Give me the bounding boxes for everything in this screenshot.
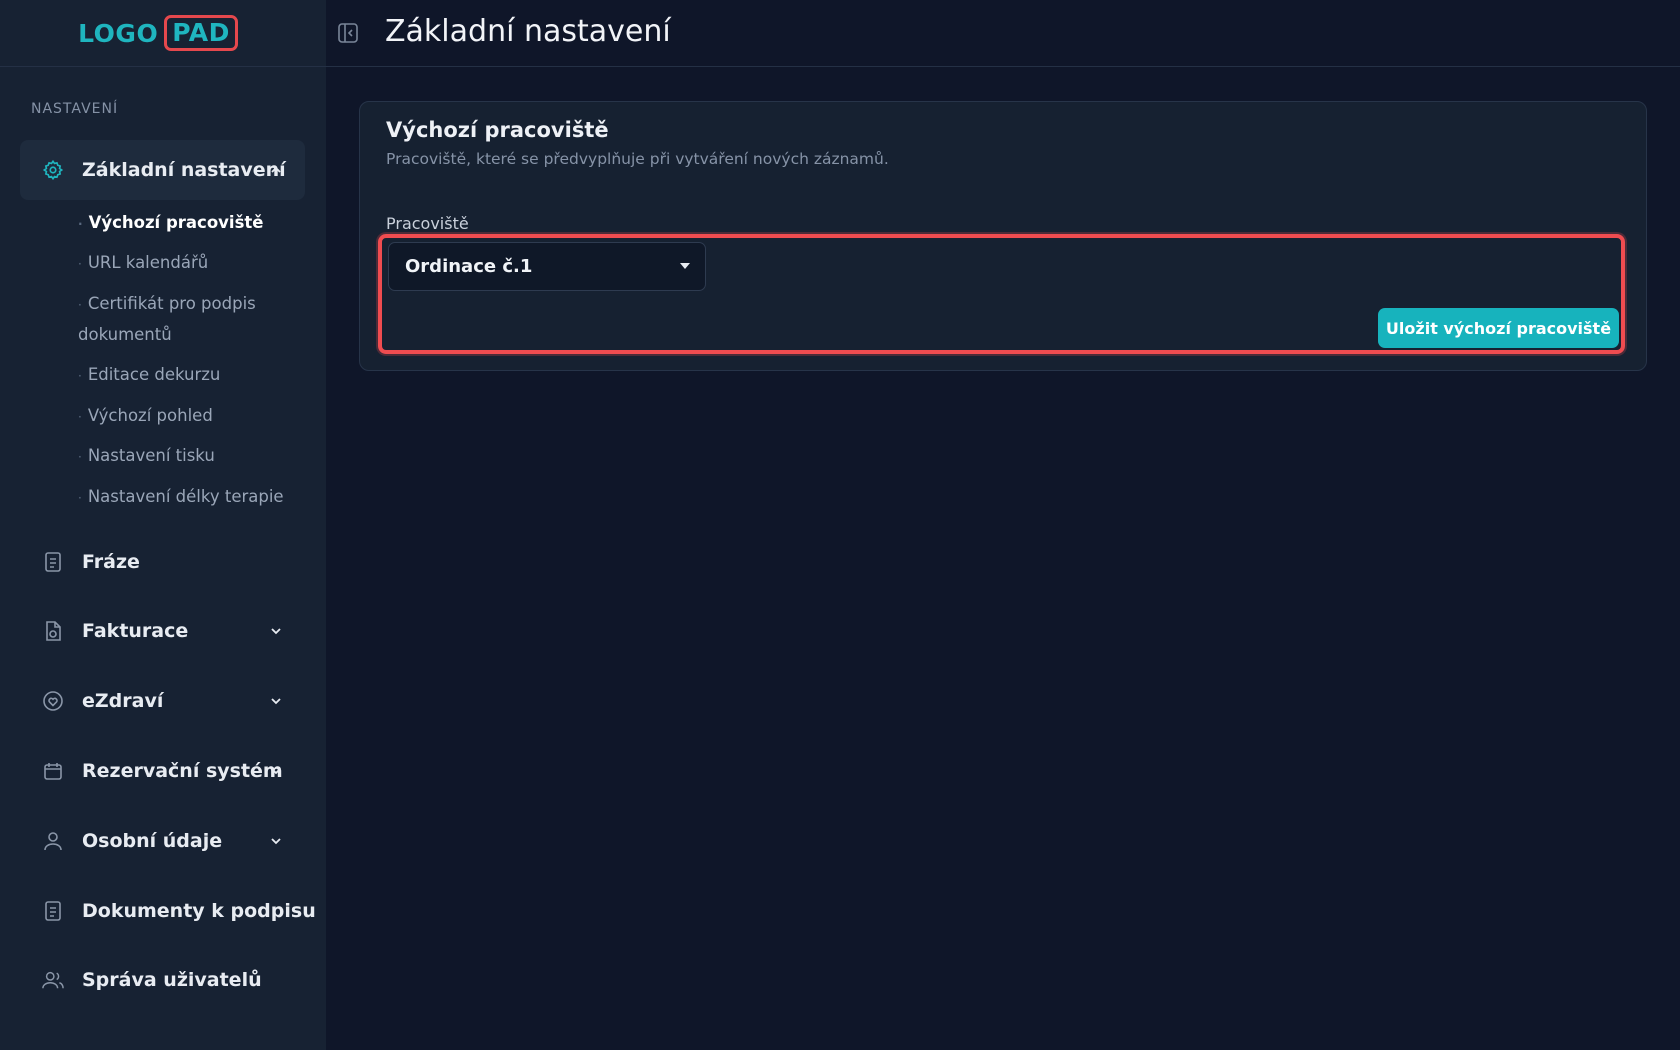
submenu-item-default-view[interactable]: · Výchozí pohled bbox=[78, 401, 313, 432]
sidebar-item-phrases[interactable]: Fráze bbox=[20, 537, 305, 587]
sidebar: LOGO PAD NASTAVENÍ Základní nastavení · V… bbox=[0, 0, 326, 1050]
submenu-item-print-settings[interactable]: · Nastavení tisku bbox=[78, 441, 313, 472]
calendar-icon bbox=[42, 760, 64, 782]
submenu-item-default-workplace[interactable]: · Výchozí pracoviště bbox=[78, 208, 313, 239]
sidebar-item-label: Osobní údaje bbox=[82, 830, 223, 852]
sidebar-item-ezdravi[interactable]: eZdraví bbox=[20, 676, 305, 726]
card-subtitle: Pracoviště, které se předvyplňuje při vy… bbox=[386, 150, 889, 168]
sidebar-item-label: Fráze bbox=[82, 551, 140, 573]
logo-area: LOGO PAD bbox=[0, 0, 326, 67]
chevron-down-icon bbox=[269, 764, 283, 778]
submenu-item-label: Editace dekurzu bbox=[87, 365, 221, 384]
logo-text-part1: LOGO bbox=[78, 18, 159, 48]
workplace-select[interactable]: Ordinace č.1 bbox=[388, 242, 706, 291]
workplace-field-label: Pracoviště bbox=[386, 214, 469, 233]
sidebar-item-label: eZdraví bbox=[82, 690, 164, 712]
submenu-item-therapy-length[interactable]: · Nastavení délky terapie bbox=[78, 482, 313, 513]
user-icon bbox=[42, 830, 64, 852]
chevron-down-icon bbox=[269, 624, 283, 638]
gear-icon bbox=[42, 159, 64, 181]
default-workplace-card: Výchozí pracoviště Pracoviště, které se … bbox=[359, 101, 1647, 371]
submenu-item-certificate[interactable]: · Certifikát pro podpis dokumentů bbox=[78, 289, 313, 350]
page-title: Základní nastavení bbox=[385, 14, 671, 49]
submenu-item-label: Nastavení tisku bbox=[87, 446, 215, 465]
chevron-down-icon bbox=[269, 694, 283, 708]
submenu-item-label: Nastavení délky terapie bbox=[87, 487, 284, 506]
submenu-item-label: Certifikát pro podpis dokumentů bbox=[78, 294, 256, 344]
submenu-item-label: URL kalendářů bbox=[87, 253, 209, 272]
document-icon bbox=[42, 900, 64, 922]
caret-down-icon bbox=[680, 263, 690, 269]
submenu-item-calendar-url[interactable]: · URL kalendářů bbox=[78, 248, 313, 279]
chevron-down-icon bbox=[269, 834, 283, 848]
sidebar-item-invoicing[interactable]: Fakturace bbox=[20, 606, 305, 656]
sidebar-collapse-icon[interactable] bbox=[336, 21, 360, 45]
sidebar-item-label: Fakturace bbox=[82, 620, 189, 642]
top-bar: Základní nastavení bbox=[326, 0, 1680, 67]
sidebar-item-label: Rezervační systém bbox=[82, 760, 283, 782]
users-icon bbox=[42, 969, 64, 991]
sidebar-item-user-management[interactable]: Správa uživatelů bbox=[20, 955, 305, 1005]
sidebar-item-label: Základní nastavení bbox=[82, 159, 286, 181]
submenu-item-label: Výchozí pohled bbox=[87, 406, 213, 425]
card-title: Výchozí pracoviště bbox=[386, 118, 609, 142]
sidebar-item-basic-settings[interactable]: Základní nastavení bbox=[20, 140, 305, 200]
logo[interactable]: LOGO PAD bbox=[78, 15, 238, 51]
invoice-icon bbox=[42, 620, 64, 642]
heart-icon bbox=[42, 690, 64, 712]
submenu-item-decursus-edit[interactable]: · Editace dekurzu bbox=[78, 360, 313, 391]
sidebar-item-reservation-system[interactable]: Rezervační systém bbox=[20, 746, 305, 796]
workplace-select-value: Ordinace č.1 bbox=[405, 256, 533, 277]
sidebar-item-label: Dokumenty k podpisu bbox=[82, 900, 316, 922]
sidebar-section-label: NASTAVENÍ bbox=[31, 101, 119, 117]
chevron-up-icon bbox=[269, 163, 283, 177]
sidebar-item-documents-to-sign[interactable]: Dokumenty k podpisu bbox=[20, 886, 316, 936]
logo-text-part2: PAD bbox=[164, 15, 238, 51]
submenu-item-label: Výchozí pracoviště bbox=[88, 213, 264, 232]
document-icon bbox=[42, 551, 64, 573]
sidebar-item-personal-data[interactable]: Osobní údaje bbox=[20, 816, 305, 866]
sidebar-item-label: Správa uživatelů bbox=[82, 969, 262, 991]
save-default-workplace-button[interactable]: Uložit výchozí pracoviště bbox=[1378, 308, 1619, 348]
